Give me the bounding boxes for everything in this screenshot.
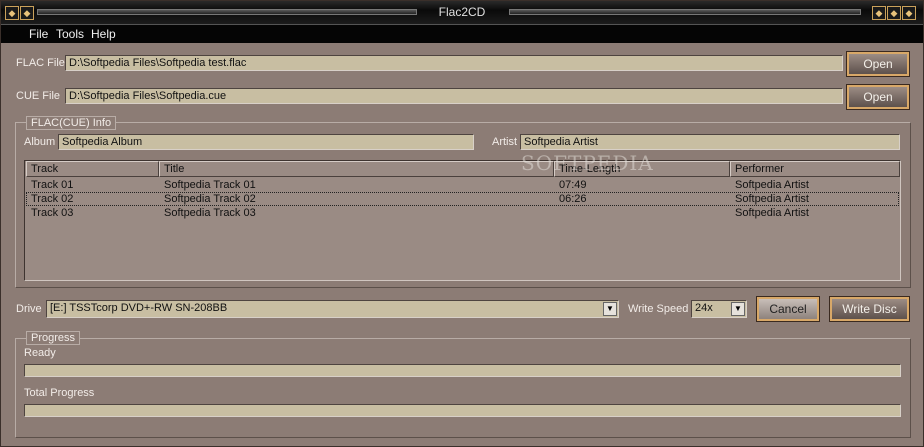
cell-track: Track 02: [31, 193, 74, 205]
write-speed-select[interactable]: 24x ▼: [691, 300, 747, 318]
chevron-down-icon[interactable]: ▼: [731, 302, 745, 316]
write-speed-value: 24x: [695, 302, 713, 314]
table-row[interactable]: Track 03 Softpedia Track 03 Softpedia Ar…: [26, 207, 899, 221]
cue-file-input[interactable]: D:\Softpedia Files\Softpedia.cue: [65, 88, 843, 104]
menu-file[interactable]: File: [29, 27, 48, 41]
total-progress-label: Total Progress: [24, 387, 95, 399]
menu-bar: File Tools Help: [1, 25, 923, 43]
progress-group: [15, 338, 911, 438]
album-field[interactable]: Softpedia Album: [58, 134, 474, 150]
table-row[interactable]: Track 01 Softpedia Track 01 07:49 Softpe…: [26, 179, 899, 193]
flac-file-label: FLAC File: [16, 57, 65, 69]
cell-performer: Softpedia Artist: [735, 179, 809, 191]
minimize-icon[interactable]: ◆: [872, 6, 886, 20]
cell-track: Track 03: [31, 207, 74, 219]
track-list[interactable]: Track Title Time-Length Performer Track …: [24, 160, 901, 281]
column-header-title[interactable]: Title: [159, 161, 554, 177]
flac-file-input[interactable]: D:\Softpedia Files\Softpedia test.flac: [65, 55, 843, 71]
close-icon[interactable]: ◆: [902, 6, 916, 20]
chevron-down-icon[interactable]: ▼: [603, 302, 617, 316]
total-progress-bar: [24, 404, 901, 417]
info-group-title: FLAC(CUE) Info: [26, 116, 117, 130]
cell-time: 07:49: [559, 179, 587, 191]
cell-time: 06:26: [559, 193, 587, 205]
column-header-track[interactable]: Track: [26, 161, 159, 177]
drive-select[interactable]: [E:] TSSTcorp DVD+-RW SN-208BB ▼: [46, 300, 619, 318]
drive-select-value: [E:] TSSTcorp DVD+-RW SN-208BB: [50, 302, 228, 314]
write-speed-label: Write Speed: [628, 303, 689, 315]
cell-title: Softpedia Track 02: [164, 193, 256, 205]
menu-help[interactable]: Help: [91, 27, 116, 41]
album-label: Album: [24, 136, 56, 148]
current-progress-bar: [24, 364, 901, 377]
open-cue-button[interactable]: Open: [846, 84, 910, 110]
open-flac-button[interactable]: Open: [846, 51, 910, 77]
column-header-performer[interactable]: Performer: [730, 161, 900, 177]
cell-track: Track 01: [31, 179, 74, 191]
title-bar[interactable]: ◆ ◆ Flac2CD ◆ ◆ ◆: [1, 1, 923, 25]
table-row[interactable]: Track 02 Softpedia Track 02 06:26 Softpe…: [26, 192, 899, 206]
cell-performer: Softpedia Artist: [735, 193, 809, 205]
watermark: SOFTPEDIA: [521, 151, 654, 175]
write-disc-button[interactable]: Write Disc: [829, 296, 910, 322]
progress-status: Ready: [24, 347, 56, 359]
maximize-icon[interactable]: ◆: [887, 6, 901, 20]
artist-field[interactable]: Softpedia Artist: [520, 134, 900, 150]
cell-title: Softpedia Track 01: [164, 179, 256, 191]
cell-title: Softpedia Track 03: [164, 207, 256, 219]
menu-tools[interactable]: Tools: [56, 27, 84, 41]
app-window: ◆ ◆ Flac2CD ◆ ◆ ◆ File Tools Help FLAC F…: [0, 0, 924, 447]
cue-file-label: CUE File: [16, 90, 61, 102]
title-strip-right: [509, 9, 861, 15]
cell-performer: Softpedia Artist: [735, 207, 809, 219]
cancel-button[interactable]: Cancel: [756, 296, 820, 322]
progress-group-title: Progress: [26, 331, 81, 345]
artist-label: Artist: [492, 136, 518, 148]
drive-label: Drive: [16, 303, 42, 315]
